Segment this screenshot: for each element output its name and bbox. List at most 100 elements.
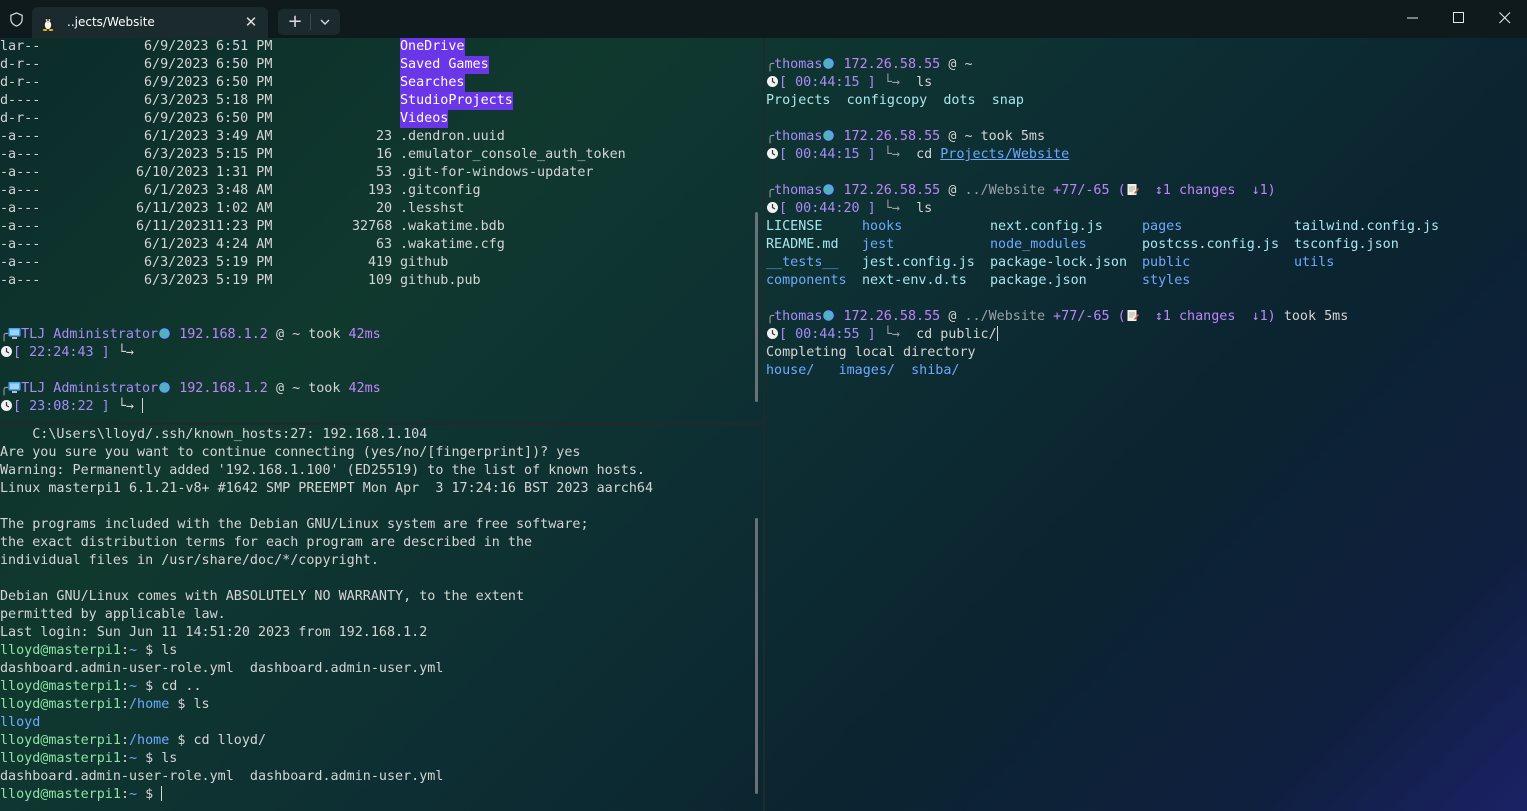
- ls-directory: jest: [862, 237, 895, 252]
- prompt-host: 172.26.58.55: [843, 129, 941, 144]
- file-size: 53: [376, 165, 393, 180]
- prompt-line: ╭ TLJ Administrator 192.168.1.2 @ ~ took …: [0, 326, 381, 344]
- completion-items: house/ images/ shiba/: [766, 362, 960, 380]
- file-mode: -a---: [0, 273, 41, 288]
- file-mode: d-r--: [0, 75, 41, 90]
- file-name: .emulator_console_auth_token: [400, 147, 626, 162]
- maximize-button[interactable]: [1436, 0, 1482, 36]
- shell-colon: :: [120, 697, 129, 712]
- dir-listing-row: -a--- 6/3/2023 5:15 PM 16 .emulator_console_…: [0, 146, 750, 164]
- file-date: 6/10/2023: [136, 165, 209, 180]
- file-mode: d-r--: [0, 57, 41, 72]
- tab-website[interactable]: ..jects/Website ✕: [32, 7, 268, 38]
- prompt-took: took 5ms: [980, 129, 1046, 144]
- ls-file: next-env.d.ts: [862, 273, 967, 288]
- dir-listing-row: -a--- 6/1/2023 4:24 AM 63 .wakatime.cfg: [0, 236, 750, 254]
- shell-dollar: $: [137, 679, 162, 694]
- chevron-down-icon[interactable]: [314, 12, 336, 32]
- prompt-line: ╭thomas 172.26.58.55 @ ../Website +77/-6…: [766, 182, 1276, 200]
- prompt-took: took: [308, 381, 341, 396]
- shell-output: dashboard.admin-user-role.yml dashboard.…: [0, 769, 444, 784]
- ls-file: tailwind.config.js: [1294, 219, 1440, 234]
- clock-icon: [767, 202, 778, 213]
- dir-listing-row: -a--- 6/11/2023 11:23 PM 32768 .wakatime.bdb: [0, 218, 750, 236]
- prompt-duration: 42ms: [348, 381, 381, 396]
- prompt-path: ~: [964, 129, 973, 144]
- prompt-command: cd public/: [916, 327, 997, 342]
- globe-icon: [159, 382, 170, 393]
- ls-file: tsconfig.json: [1294, 237, 1399, 252]
- prompt-arrow: └→: [117, 345, 134, 360]
- file-mode: -a---: [0, 129, 41, 144]
- pane-divider-horizontal[interactable]: [0, 422, 763, 425]
- shell-prompt-line: lloyd@masterpi1:~ $: [0, 786, 163, 804]
- clock-icon: [767, 76, 778, 87]
- command-argument-link: Projects/Website: [940, 147, 1070, 162]
- file-date: 6/11/2023: [136, 219, 209, 234]
- ls-file: README.md: [766, 237, 839, 252]
- shell-dollar: $: [169, 733, 194, 748]
- output-text: Are you sure you want to continue connec…: [0, 445, 581, 460]
- shell-prompt-line: lloyd@masterpi1:~ $ ls: [0, 642, 177, 660]
- new-tab-button[interactable]: +: [284, 11, 306, 33]
- prompt-corner: ╭: [766, 129, 775, 144]
- output-text: permitted by applicable law.: [0, 607, 226, 622]
- shell-prompt-line: lloyd@masterpi1:~ $ cd ..: [0, 678, 202, 696]
- minimize-button[interactable]: [1390, 0, 1436, 36]
- git-behind: ↓1): [1251, 183, 1276, 198]
- scrollbar-bottom-left[interactable]: [755, 518, 758, 794]
- prompt-user: thomas: [774, 129, 823, 144]
- clock-icon: [1, 346, 12, 357]
- shield-icon[interactable]: [9, 12, 24, 27]
- terminal-pane-bottom-left[interactable]: C:\Users\lloyd/.ssh/known_hosts:27: 192.…: [0, 426, 758, 811]
- pane-divider-vertical[interactable]: [763, 38, 765, 811]
- directory-name: Searches: [400, 74, 465, 92]
- clock-icon: [767, 148, 778, 159]
- prompt-path: ../Website: [964, 309, 1046, 324]
- file-name: .lesshst: [400, 201, 465, 216]
- prompt-path: ~: [964, 57, 973, 72]
- shell-output-dir: lloyd: [0, 715, 41, 730]
- shell-dollar: $: [137, 787, 162, 802]
- terminal-pane-right[interactable]: ╭thomas 172.26.58.55 @ ~[ 00:44:15 ] └→ …: [766, 38, 1527, 811]
- globe-icon: [823, 310, 835, 321]
- file-date: 6/1/2023: [144, 183, 209, 198]
- ssh-output-line: Debian GNU/Linux comes with ABSOLUTELY N…: [0, 588, 524, 606]
- file-name: .gitconfig: [400, 183, 481, 198]
- text-cursor: [996, 326, 998, 341]
- prompt-path: ../Website: [964, 183, 1046, 198]
- file-mode: -a---: [0, 165, 41, 180]
- file-mode: d----: [0, 93, 41, 108]
- close-window-button[interactable]: [1482, 0, 1527, 36]
- prompt-arrow: └→: [883, 201, 900, 216]
- file-mode: lar--: [0, 39, 41, 54]
- shell-path: ~: [129, 643, 138, 658]
- shell-colon: :: [120, 643, 129, 658]
- git-paren: (: [1117, 183, 1126, 198]
- prompt-arrow: └→: [883, 75, 900, 90]
- ls-file: postcss.config.js: [1142, 237, 1280, 252]
- ssh-output-line: C:\Users\lloyd/.ssh/known_hosts:27: 192.…: [0, 426, 427, 444]
- close-tab-icon[interactable]: ✕: [242, 13, 260, 31]
- shell-command: cd ..: [161, 679, 202, 694]
- ssh-output-line: Linux masterpi1 6.1.21-v8+ #1642 SMP PRE…: [0, 480, 653, 498]
- globe-icon: [823, 130, 835, 141]
- terminal-pane-top-left[interactable]: lar-- 6/9/2023 6:51 PM OneDrive d-r-- 6/9/202…: [0, 38, 758, 422]
- completion-item: shiba/: [911, 363, 960, 378]
- prompt-host: 192.168.1.2: [179, 381, 268, 396]
- minimize-icon: [1407, 17, 1418, 19]
- ls-entry: configcopy: [846, 93, 928, 108]
- file-name: github: [400, 255, 449, 270]
- shell-output: dashboard.admin-user-role.yml dashboard.…: [0, 661, 444, 676]
- scrollbar-top-left[interactable]: [755, 212, 758, 402]
- prompt-clock: [ 23:08:22 ]: [13, 399, 110, 414]
